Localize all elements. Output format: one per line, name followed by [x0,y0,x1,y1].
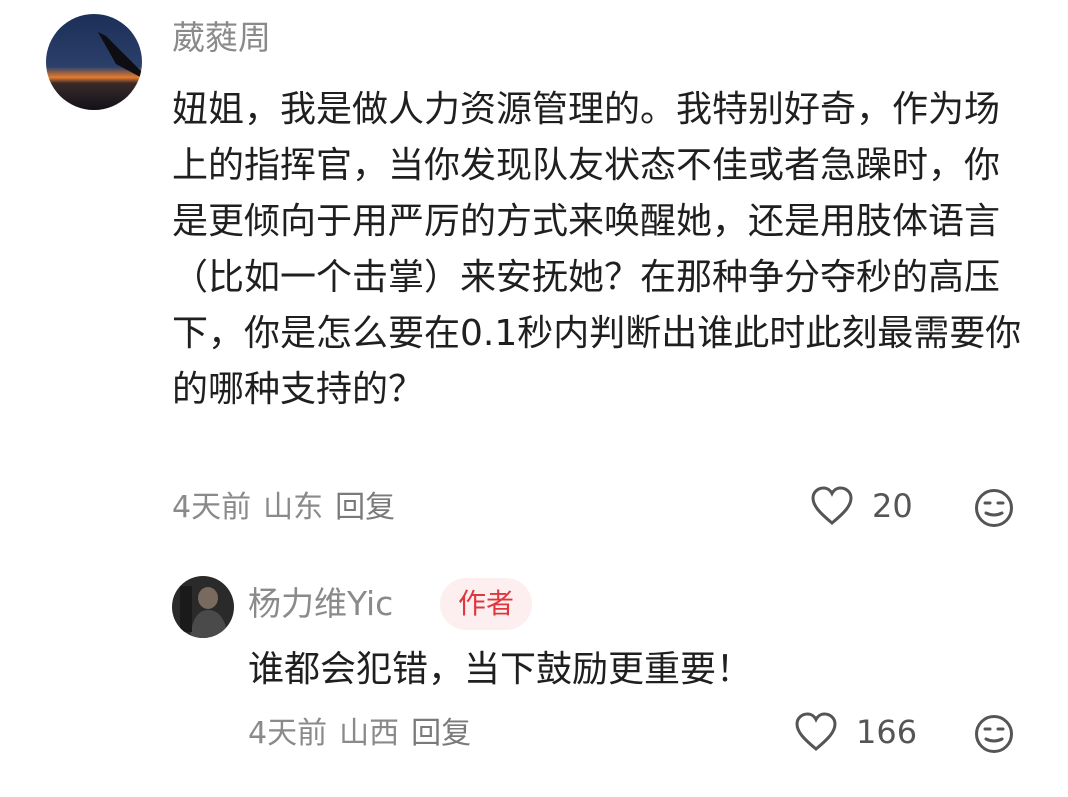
reply-time: 4天前 [248,716,328,751]
reply-emoji-button[interactable] [974,714,1014,758]
comment-body: 妞姐，我是做人力资源管理的。我特别好奇，作为场上的指挥官，当你发现队友状态不佳或… [172,89,1022,410]
bottom-edge [0,771,1068,797]
person-photo-avatar-icon [172,576,234,638]
reply-meta: 4天前 山西 回复 [248,714,483,754]
comment-reply-button[interactable]: 回复 [335,490,395,525]
author-avatar[interactable] [172,576,234,638]
commenter-avatar[interactable] [46,14,142,110]
reply-like-button[interactable]: 166 [794,712,917,752]
author-username[interactable]: 杨力维Yic [248,584,393,624]
comment-location: 山东 [263,490,324,525]
neutral-face-icon [975,715,1013,753]
commenter-username[interactable]: 葳蕤周 [172,18,271,58]
comment-like-button[interactable]: 20 [810,486,913,526]
neutral-face-icon [975,489,1013,527]
heart-outline-icon [795,712,837,751]
author-badge: 作者 [440,578,533,630]
reply-location: 山西 [339,716,400,751]
comment-like-count: 20 [872,487,913,525]
comment-time: 4天前 [172,490,252,525]
heart-outline-icon [811,486,853,525]
comment-emoji-button[interactable] [974,488,1014,532]
reply-like-count: 166 [856,713,918,751]
reply-body: 谁都会犯错，当下鼓励更重要！ [248,649,753,690]
comment-meta: 4天前 山东 回复 [172,488,407,528]
airplane-wing-sunset-avatar-icon [46,14,142,110]
reply-reply-button[interactable]: 回复 [411,716,471,751]
